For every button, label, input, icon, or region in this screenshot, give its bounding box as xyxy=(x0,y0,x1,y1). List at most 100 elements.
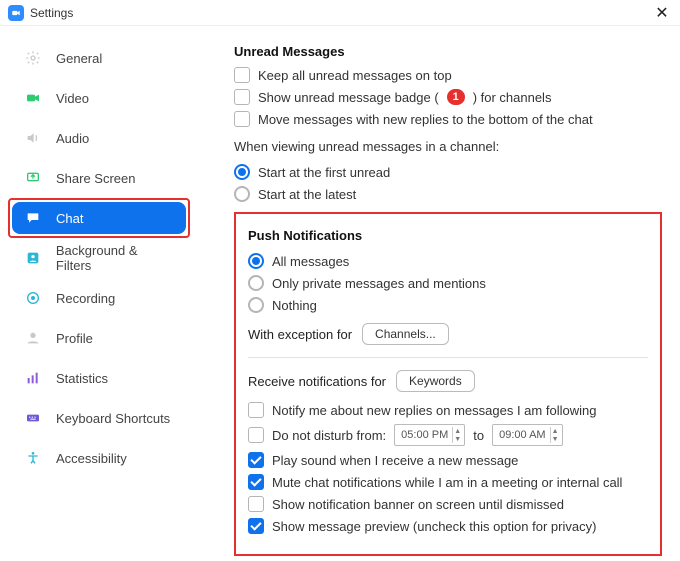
kbd-icon xyxy=(22,407,44,429)
checkbox-mute-meeting[interactable] xyxy=(248,474,264,490)
row-preview[interactable]: Show message preview (uncheck this optio… xyxy=(248,518,648,534)
chat-icon xyxy=(22,207,44,229)
checkbox-badge[interactable] xyxy=(234,89,250,105)
label-exception: With exception for xyxy=(248,327,352,342)
row-start-first[interactable]: Start at the first unread xyxy=(234,164,662,180)
push-title: Push Notifications xyxy=(248,228,648,243)
row-follow[interactable]: Notify me about new replies on messages … xyxy=(248,402,648,418)
row-push-none[interactable]: Nothing xyxy=(248,297,648,313)
checkbox-keep-top[interactable] xyxy=(234,67,250,83)
radio-push-priv[interactable] xyxy=(248,275,264,291)
sidebar-item-video[interactable]: Video xyxy=(12,82,186,114)
rec-icon xyxy=(22,287,44,309)
badge-count: 1 xyxy=(447,89,465,105)
label-start-latest: Start at the latest xyxy=(258,187,356,202)
sidebar-item-label: Audio xyxy=(56,131,89,146)
row-keep-top[interactable]: Keep all unread messages on top xyxy=(234,67,662,83)
label-move-bottom: Move messages with new replies to the bo… xyxy=(258,112,593,127)
label-push-none: Nothing xyxy=(272,298,317,313)
label-keep-top: Keep all unread messages on top xyxy=(258,68,452,83)
row-badge[interactable]: Show unread message badge ( 1 ) for chan… xyxy=(234,89,662,105)
share-icon xyxy=(22,167,44,189)
sidebar-item-label: General xyxy=(56,51,102,66)
sidebar-item-accessibility[interactable]: Accessibility xyxy=(12,442,186,474)
sidebar-item-label: Accessibility xyxy=(56,451,127,466)
content-panel: Unread Messages Keep all unread messages… xyxy=(198,26,680,561)
label-play-sound: Play sound when I receive a new message xyxy=(272,453,518,468)
sidebar-item-keyboard-shortcuts[interactable]: Keyboard Shortcuts xyxy=(12,402,186,434)
checkbox-dnd[interactable] xyxy=(248,427,264,443)
dnd-to-value: 09:00 AM xyxy=(499,429,545,441)
row-play-sound[interactable]: Play sound when I receive a new message xyxy=(248,452,648,468)
sidebar-item-general[interactable]: General xyxy=(12,42,186,74)
label-push-priv: Only private messages and mentions xyxy=(272,276,486,291)
row-dnd[interactable]: Do not disturb from: 05:00 PM ▲▼ to 09:0… xyxy=(248,424,648,446)
gear-icon xyxy=(22,47,44,69)
label-push-all: All messages xyxy=(272,254,349,269)
row-banner[interactable]: Show notification banner on screen until… xyxy=(248,496,648,512)
dnd-from-value: 05:00 PM xyxy=(401,429,448,441)
checkbox-move-bottom[interactable] xyxy=(234,111,250,127)
row-exception: With exception for Channels... xyxy=(248,323,648,345)
label-dnd: Do not disturb from: xyxy=(272,428,386,443)
access-icon xyxy=(22,447,44,469)
titlebar: Settings ✕ xyxy=(0,0,680,26)
channels-button[interactable]: Channels... xyxy=(362,323,449,345)
sidebar-item-background-filters[interactable]: Background & Filters xyxy=(12,242,186,274)
sidebar-item-label: Profile xyxy=(56,331,93,346)
divider xyxy=(248,357,648,358)
checkbox-follow[interactable] xyxy=(248,402,264,418)
sidebar-item-statistics[interactable]: Statistics xyxy=(12,362,186,394)
video-icon xyxy=(22,87,44,109)
viewing-label: When viewing unread messages in a channe… xyxy=(234,139,662,154)
spin-down-icon[interactable]: ▼ xyxy=(452,435,462,443)
sidebar-item-label: Background & Filters xyxy=(56,243,176,273)
label-follow: Notify me about new replies on messages … xyxy=(272,403,596,418)
label-dnd-to: to xyxy=(473,428,484,443)
stats-icon xyxy=(22,367,44,389)
spin-up-icon[interactable]: ▲ xyxy=(550,427,560,435)
profile-icon xyxy=(22,327,44,349)
row-push-all[interactable]: All messages xyxy=(248,253,648,269)
sidebar: General Video Audio Share Screen Chat Backgro… xyxy=(0,26,198,561)
row-start-latest[interactable]: Start at the latest xyxy=(234,186,662,202)
radio-start-first[interactable] xyxy=(234,164,250,180)
sidebar-item-chat[interactable]: Chat xyxy=(12,202,186,234)
radio-start-latest[interactable] xyxy=(234,186,250,202)
label-mute-meeting: Mute chat notifications while I am in a … xyxy=(272,475,622,490)
app-icon xyxy=(8,5,24,21)
sidebar-item-label: Keyboard Shortcuts xyxy=(56,411,170,426)
sidebar-item-profile[interactable]: Profile xyxy=(12,322,186,354)
sidebar-item-label: Statistics xyxy=(56,371,108,386)
unread-title: Unread Messages xyxy=(234,44,662,59)
sidebar-item-label: Share Screen xyxy=(56,171,136,186)
bg-icon xyxy=(22,247,44,269)
row-move-bottom[interactable]: Move messages with new replies to the bo… xyxy=(234,111,662,127)
sidebar-item-label: Video xyxy=(56,91,89,106)
keywords-button[interactable]: Keywords xyxy=(396,370,475,392)
sidebar-item-share-screen[interactable]: Share Screen xyxy=(12,162,186,194)
sidebar-item-label: Chat xyxy=(56,211,83,226)
radio-push-none[interactable] xyxy=(248,297,264,313)
label-badge-after: ) for channels xyxy=(473,90,552,105)
radio-push-all[interactable] xyxy=(248,253,264,269)
sidebar-item-audio[interactable]: Audio xyxy=(12,122,186,154)
checkbox-preview[interactable] xyxy=(248,518,264,534)
window-title: Settings xyxy=(30,6,73,20)
label-receive: Receive notifications for xyxy=(248,374,386,389)
close-button[interactable]: ✕ xyxy=(652,3,672,23)
audio-icon xyxy=(22,127,44,149)
label-banner: Show notification banner on screen until… xyxy=(272,497,564,512)
row-mute-meeting[interactable]: Mute chat notifications while I am in a … xyxy=(248,474,648,490)
sidebar-item-recording[interactable]: Recording xyxy=(12,282,186,314)
dnd-to-input[interactable]: 09:00 AM ▲▼ xyxy=(492,424,562,446)
spin-up-icon[interactable]: ▲ xyxy=(452,427,462,435)
spin-down-icon[interactable]: ▼ xyxy=(550,435,560,443)
label-start-first: Start at the first unread xyxy=(258,165,390,180)
checkbox-banner[interactable] xyxy=(248,496,264,512)
sidebar-item-label: Recording xyxy=(56,291,115,306)
row-receive: Receive notifications for Keywords xyxy=(248,370,648,392)
row-push-priv[interactable]: Only private messages and mentions xyxy=(248,275,648,291)
dnd-from-input[interactable]: 05:00 PM ▲▼ xyxy=(394,424,465,446)
checkbox-play-sound[interactable] xyxy=(248,452,264,468)
